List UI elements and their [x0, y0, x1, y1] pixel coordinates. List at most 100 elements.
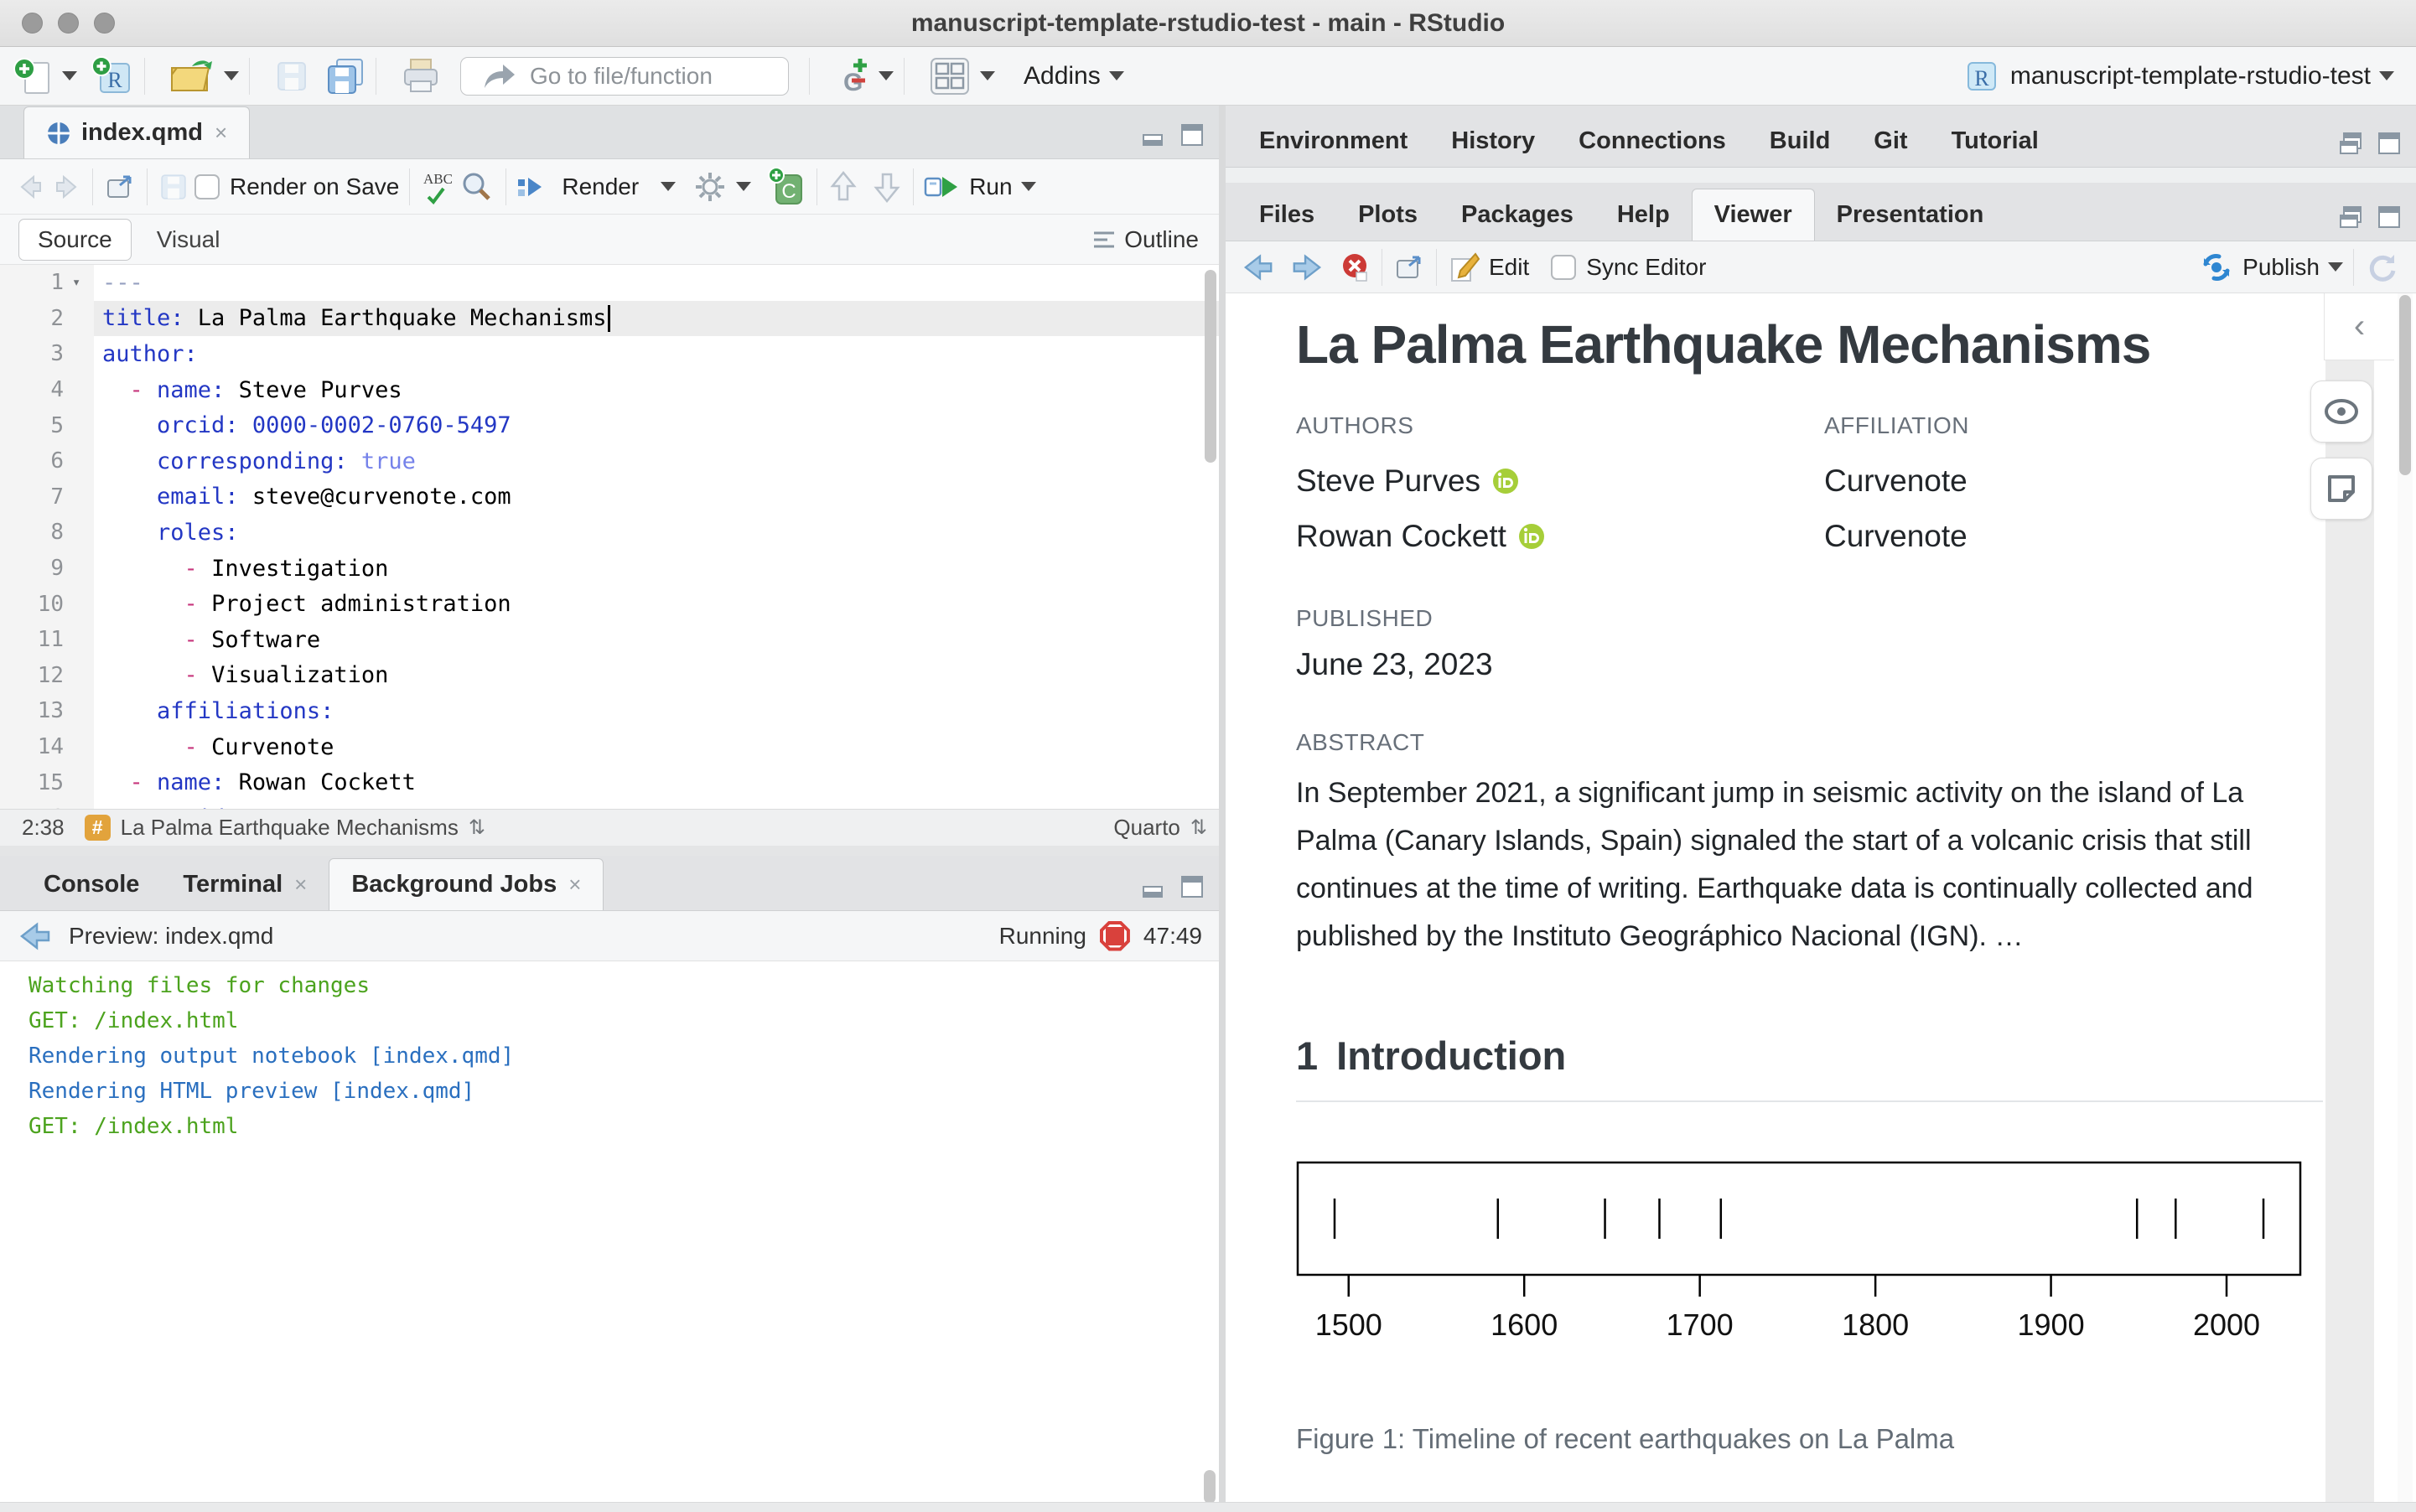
- tab-packages[interactable]: Packages: [1439, 189, 1595, 241]
- tab-environment[interactable]: Environment: [1237, 116, 1429, 167]
- maximize-pane-icon[interactable]: [2376, 132, 2401, 155]
- render-button[interactable]: Render: [516, 173, 676, 201]
- open-file-button[interactable]: [168, 56, 239, 96]
- tab-files[interactable]: Files: [1237, 189, 1336, 241]
- maximize-pane-icon[interactable]: [1179, 875, 1204, 898]
- code-line[interactable]: 3author:: [0, 336, 1219, 372]
- viewer-forward-icon[interactable]: [1288, 252, 1325, 282]
- save-all-button[interactable]: [324, 56, 366, 96]
- tab-close-icon[interactable]: ×: [215, 120, 227, 146]
- version-control-button[interactable]: G: [833, 55, 894, 97]
- code-line[interactable]: 5 orcid: 0000-0002-0760-5497: [0, 407, 1219, 443]
- maximize-pane-icon[interactable]: [2376, 205, 2401, 229]
- insert-chunk-button[interactable]: C: [766, 167, 806, 207]
- tab-build[interactable]: Build: [1748, 116, 1853, 167]
- workspace-panes-button[interactable]: [928, 55, 995, 97]
- tab-background-jobs[interactable]: Background Jobs×: [329, 858, 604, 910]
- format-selector[interactable]: Quarto: [1113, 815, 1180, 841]
- preview-eye-button[interactable]: [2310, 381, 2372, 443]
- viewer-scroll-thumb[interactable]: [2399, 295, 2411, 475]
- code-line[interactable]: 15 - name: Rowan Cockett: [0, 764, 1219, 800]
- code-line[interactable]: 14 - Curvenote: [0, 729, 1219, 765]
- collapse-panel-button[interactable]: ‹: [2324, 293, 2394, 360]
- tab-plots[interactable]: Plots: [1336, 189, 1439, 241]
- tab-close-icon[interactable]: ×: [568, 872, 581, 898]
- minimize-pane-icon[interactable]: [1142, 123, 1167, 147]
- code-line[interactable]: 13 affiliations:: [0, 693, 1219, 729]
- viewer-scroll-track[interactable]: [2398, 293, 2413, 1512]
- save-button[interactable]: [273, 58, 310, 95]
- sync-editor-checkbox[interactable]: [1551, 255, 1576, 280]
- tab-presentation[interactable]: Presentation: [1815, 189, 2006, 241]
- back-icon[interactable]: [15, 172, 49, 202]
- render-settings-button[interactable]: [692, 169, 751, 205]
- tab-connections[interactable]: Connections: [1557, 116, 1748, 167]
- tab-terminal[interactable]: Terminal ×: [161, 859, 329, 910]
- refresh-icon[interactable]: [2364, 250, 2399, 285]
- goto-file-function-input[interactable]: Go to file/function: [460, 57, 789, 96]
- spellcheck-icon[interactable]: ABC: [420, 168, 459, 205]
- code-line[interactable]: 10 - Project administration: [0, 586, 1219, 622]
- run-next-icon[interactable]: [871, 169, 903, 205]
- annotation-note-button[interactable]: [2310, 458, 2372, 520]
- code-line[interactable]: 16 orcid: 0000-0002-7859-8394: [0, 800, 1219, 809]
- orcid-icon[interactable]: [1518, 523, 1545, 550]
- forward-icon[interactable]: [49, 172, 82, 202]
- code-line[interactable]: 12 - Visualization: [0, 658, 1219, 694]
- maximize-pane-icon[interactable]: [1179, 123, 1204, 147]
- job-back-icon[interactable]: [17, 920, 55, 952]
- print-button[interactable]: [400, 56, 442, 96]
- clear-viewer-icon[interactable]: [1338, 251, 1371, 284]
- run-previous-icon[interactable]: [827, 169, 859, 205]
- viewer-popout-icon[interactable]: [1392, 252, 1426, 282]
- addins-menu[interactable]: Addins: [1008, 62, 1124, 91]
- code-line[interactable]: 4 - name: Steve Purves: [0, 372, 1219, 408]
- fold-arrow-icon[interactable]: ▾: [72, 265, 94, 301]
- tab-source[interactable]: Source: [18, 219, 132, 261]
- run-button[interactable]: Run: [924, 173, 1035, 201]
- code-text: corresponding: true: [94, 448, 416, 474]
- viewer-back-icon[interactable]: [1241, 252, 1278, 282]
- panes-caret: [980, 71, 995, 80]
- tab-help[interactable]: Help: [1595, 189, 1692, 241]
- tab-console[interactable]: Console: [22, 859, 161, 910]
- tab-label: Terminal: [183, 871, 283, 898]
- orcid-icon[interactable]: [1492, 468, 1519, 495]
- code-line[interactable]: 11 - Software: [0, 622, 1219, 658]
- pane-splitter[interactable]: [1219, 106, 1226, 1512]
- project-menu[interactable]: R manuscript-template-rstudio-test: [1963, 58, 2394, 95]
- viewer-toolbar: Edit Sync Editor Publish: [1226, 241, 2416, 293]
- edit-button[interactable]: Edit: [1447, 251, 1529, 284]
- console-output[interactable]: Watching files for changesGET: /index.ht…: [0, 961, 1219, 1512]
- tab-history[interactable]: History: [1429, 116, 1557, 167]
- console-scrollbar[interactable]: [1204, 1470, 1216, 1504]
- tab-visual[interactable]: Visual: [157, 226, 220, 253]
- minimize-pane-icon[interactable]: [1142, 875, 1167, 898]
- save-doc-icon[interactable]: [158, 171, 189, 203]
- new-project-button[interactable]: R: [91, 55, 134, 97]
- tab-tutorial[interactable]: Tutorial: [1930, 116, 2061, 167]
- restore-pane-icon[interactable]: [2339, 132, 2364, 155]
- search-icon[interactable]: [459, 168, 495, 205]
- new-file-button[interactable]: [13, 56, 77, 96]
- render-on-save-checkbox[interactable]: [194, 174, 220, 199]
- section-selector[interactable]: La Palma Earthquake Mechanisms: [121, 815, 459, 841]
- popout-icon[interactable]: [103, 172, 137, 202]
- code-line[interactable]: 7 email: steve@curvenote.com: [0, 479, 1219, 515]
- restore-pane-icon[interactable]: [2339, 205, 2364, 229]
- editor-scrollbar[interactable]: [1205, 270, 1216, 463]
- publish-button[interactable]: Publish: [2199, 250, 2343, 285]
- code-line[interactable]: 9 - Investigation: [0, 551, 1219, 587]
- code-line[interactable]: 8 roles:: [0, 515, 1219, 551]
- line-number: 2: [0, 301, 72, 337]
- tab-viewer[interactable]: Viewer: [1692, 189, 1815, 241]
- source-editor[interactable]: 1▾---2title: La Palma Earthquake Mechani…: [0, 265, 1219, 809]
- code-line[interactable]: 6 corresponding: true: [0, 443, 1219, 479]
- stop-job-icon[interactable]: [1100, 921, 1130, 951]
- tab-close-icon[interactable]: ×: [294, 872, 307, 898]
- tab-git[interactable]: Git: [1852, 116, 1929, 167]
- code-line[interactable]: 2title: La Palma Earthquake Mechanisms: [0, 301, 1219, 337]
- code-line[interactable]: 1▾---: [0, 265, 1219, 301]
- tab-index-qmd[interactable]: index.qmd ×: [23, 106, 250, 158]
- outline-button[interactable]: Outline: [1092, 226, 1199, 253]
